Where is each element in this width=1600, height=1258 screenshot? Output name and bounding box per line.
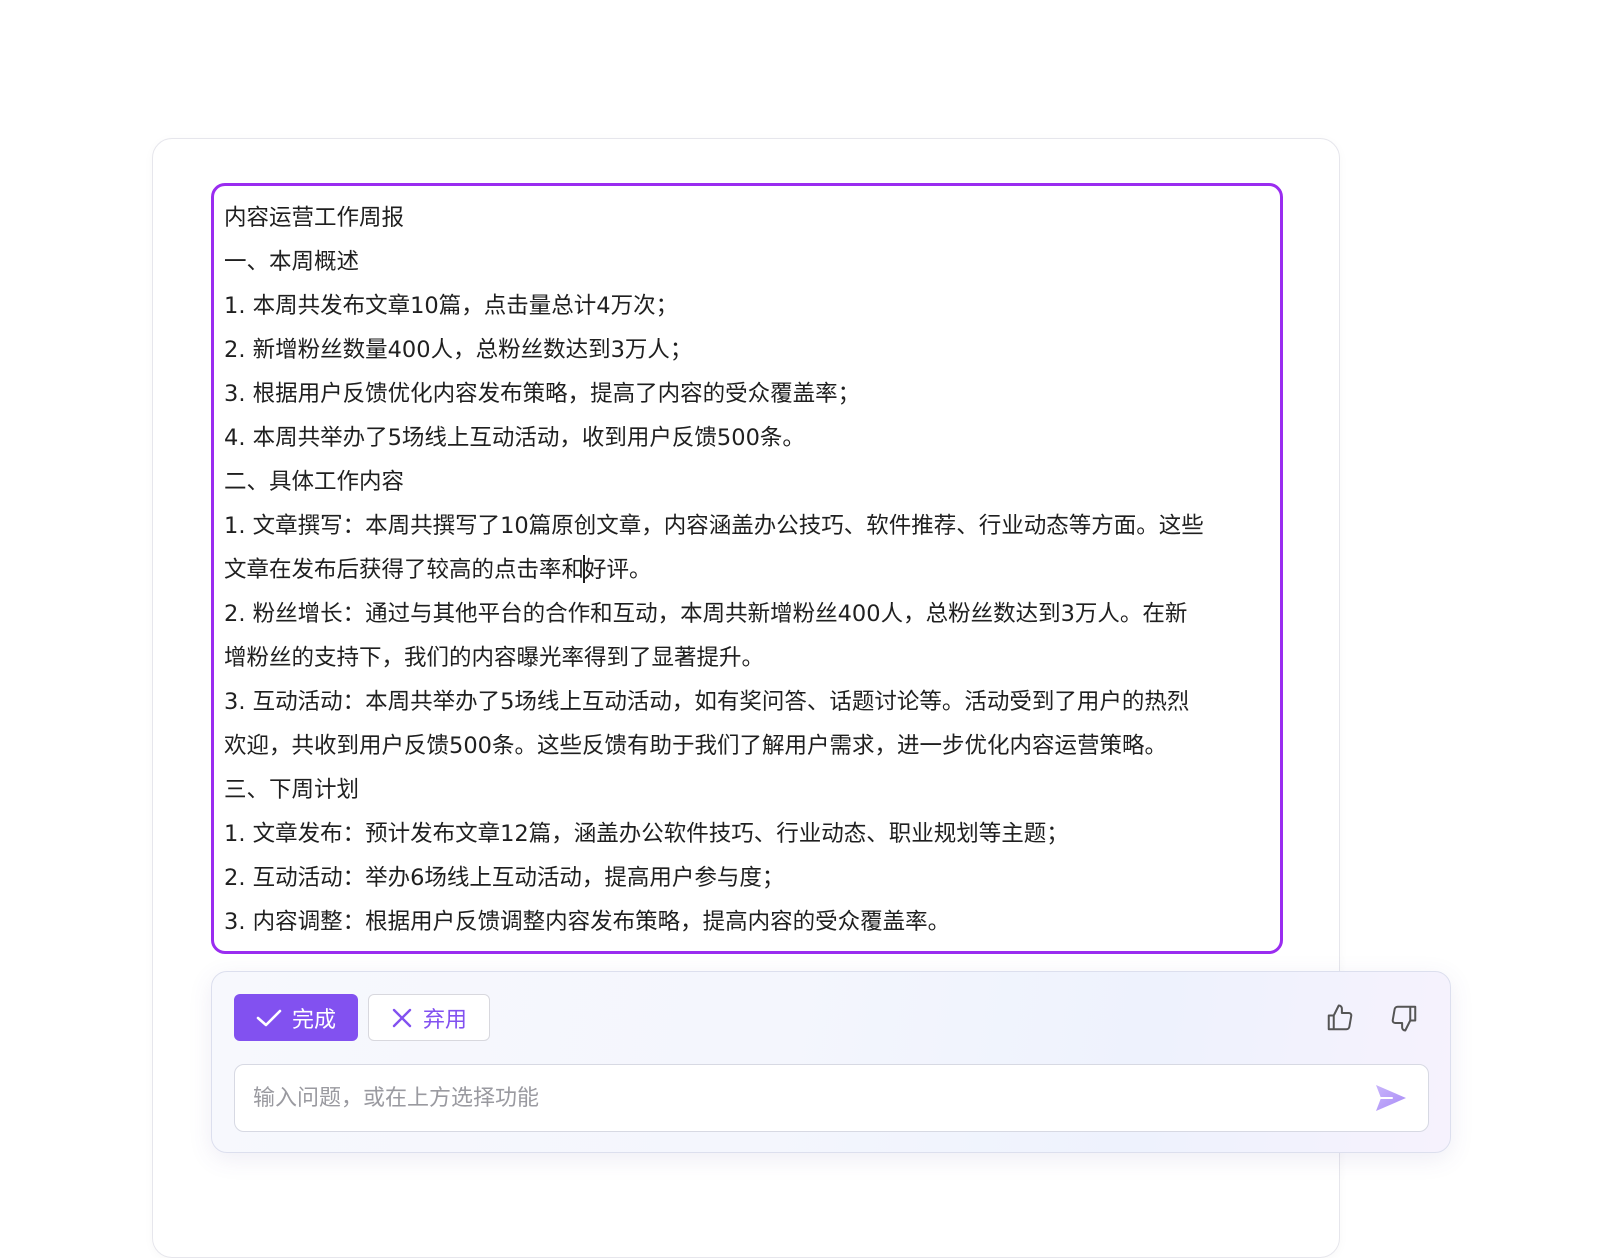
doc-title[interactable]: 内容运营工作周报 (224, 196, 1270, 240)
doc-heading[interactable]: 三、下周计划 (224, 768, 1270, 812)
done-button-label: 完成 (291, 1007, 336, 1033)
thumbs-up-icon (1327, 1004, 1353, 1031)
doc-line[interactable]: 2. 新增粉丝数量400人，总粉丝数达到3万人； (224, 328, 1270, 372)
doc-line[interactable]: 1. 文章发布：预计发布文章12篇，涵盖办公软件技巧、行业动态、职业规划等主题； (224, 812, 1270, 856)
doc-line[interactable]: 1. 本周共发布文章10篇，点击量总计4万次； (224, 284, 1270, 328)
doc-line[interactable]: 2. 粉丝增长：通过与其他平台的合作和互动，本周共新增粉丝400人，总粉丝数达到… (224, 592, 1270, 636)
caret-text-after: 好评。 (584, 557, 652, 583)
question-input-wrapper (234, 1064, 1429, 1132)
doc-line[interactable]: 3. 内容调整：根据用户反馈调整内容发布策略，提高内容的受众覆盖率。 (224, 900, 1270, 944)
thumbs-down-icon (1391, 1005, 1417, 1032)
doc-line[interactable]: 3. 互动活动：本周共举办了5场线上互动活动，如有奖问答、话题讨论等。活动受到了… (224, 680, 1270, 724)
done-button[interactable]: 完成 (234, 994, 358, 1041)
doc-heading[interactable]: 一、本周概述 (224, 240, 1270, 284)
send-button[interactable] (1372, 1079, 1410, 1117)
doc-line[interactable]: 4. 本周共举办了5场线上互动活动，收到用户反馈500条。 (224, 416, 1270, 460)
ai-assistant-panel: 完成 弃用 (211, 971, 1451, 1153)
close-icon (392, 1008, 412, 1027)
doc-line[interactable]: 增粉丝的支持下，我们的内容曝光率得到了显著提升。 (224, 636, 1270, 680)
discard-button-label: 弃用 (422, 1007, 467, 1033)
discard-button[interactable]: 弃用 (368, 994, 490, 1041)
ai-selected-text-area[interactable]: 内容运营工作周报 一、本周概述 1. 本周共发布文章10篇，点击量总计4万次； … (211, 183, 1283, 954)
send-icon (1376, 1085, 1406, 1111)
doc-heading[interactable]: 二、具体工作内容 (224, 460, 1270, 504)
check-icon (256, 1009, 282, 1026)
doc-line[interactable]: 欢迎，共收到用户反馈500条。这些反馈有助于我们了解用户需求，进一步优化内容运营… (224, 724, 1270, 768)
thumbs-down-button[interactable] (1382, 996, 1426, 1040)
doc-line[interactable]: 1. 文章撰写：本周共撰写了10篇原创文章，内容涵盖办公技巧、软件推荐、行业动态… (224, 504, 1270, 548)
doc-line[interactable]: 3. 根据用户反馈优化内容发布策略，提高了内容的受众覆盖率； (224, 372, 1270, 416)
question-input[interactable] (251, 1065, 1335, 1131)
doc-line[interactable]: 2. 互动活动：举办6场线上互动活动，提高用户参与度； (224, 856, 1270, 900)
thumbs-up-button[interactable] (1318, 996, 1362, 1040)
caret-text-before: 文章在发布后获得了较高的点击率和 (224, 557, 585, 583)
doc-line-with-caret[interactable]: 文章在发布后获得了较高的点击率和好评。 (224, 548, 1270, 592)
